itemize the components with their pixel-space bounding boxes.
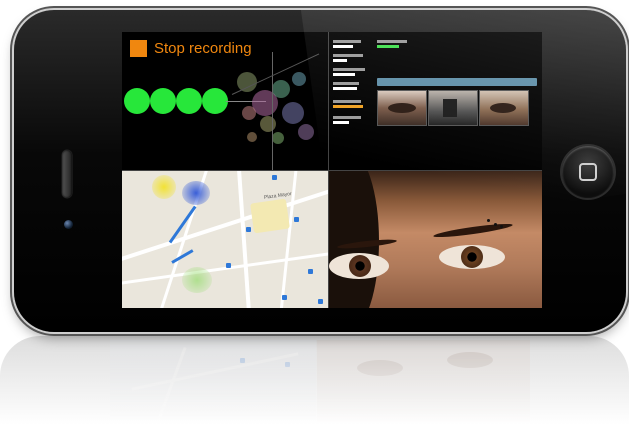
stat-block [377,40,407,48]
map-road [236,171,252,308]
stat-block [333,54,363,62]
stop-recording-label: Stop recording [154,40,252,57]
screen-reflection [110,340,530,425]
heatmap-spot [182,181,210,205]
right-eye [439,245,505,269]
stat-block [333,100,363,108]
eye-thumbnail[interactable] [428,90,478,126]
map-location-icon[interactable] [282,295,287,300]
home-button-icon [579,163,597,181]
stat-block [333,68,365,76]
tracking-marker [500,225,503,228]
map-location-icon[interactable] [226,263,231,268]
map-location-icon[interactable] [294,217,299,222]
map-location-icon[interactable] [318,299,323,304]
recording-panel: Stop recording [122,32,329,171]
home-button[interactable] [562,146,614,198]
stop-recording-button[interactable]: Stop recording [130,40,252,57]
reflection-face [317,340,530,425]
route-path [171,249,194,264]
stat-block [333,40,361,48]
map-panel[interactable]: Plaza Mayor [122,171,329,308]
signal-dot [176,88,202,114]
signal-dot [202,88,228,114]
tracking-marker [494,223,497,226]
map-plaza [250,198,290,234]
stat-block [333,82,359,90]
left-eye [329,253,389,279]
map-location-icon[interactable] [272,175,277,180]
map-location-icon[interactable] [308,269,313,274]
map-location-icon[interactable] [246,227,251,232]
reflection-map [110,340,316,425]
map-road [122,184,328,262]
session-stats-panel [329,32,542,171]
stat-block [333,116,361,124]
earpiece-speaker [62,150,72,198]
signal-dot [124,88,150,114]
stop-icon [130,40,147,57]
phone-screen: Stop recording Plaza Mayor [122,32,542,308]
tracking-marker [487,219,490,222]
timeline-bar[interactable] [377,78,537,86]
eye-thumbnail[interactable] [479,90,529,126]
heatmap-spot [182,267,212,293]
eye-thumbnail[interactable] [377,90,427,126]
eye-camera-panel [329,171,542,308]
front-camera-icon [64,220,73,229]
signal-dot [150,88,176,114]
phone-device: Stop recording Plaza Mayor [14,10,626,332]
heatmap-spot [152,175,176,199]
